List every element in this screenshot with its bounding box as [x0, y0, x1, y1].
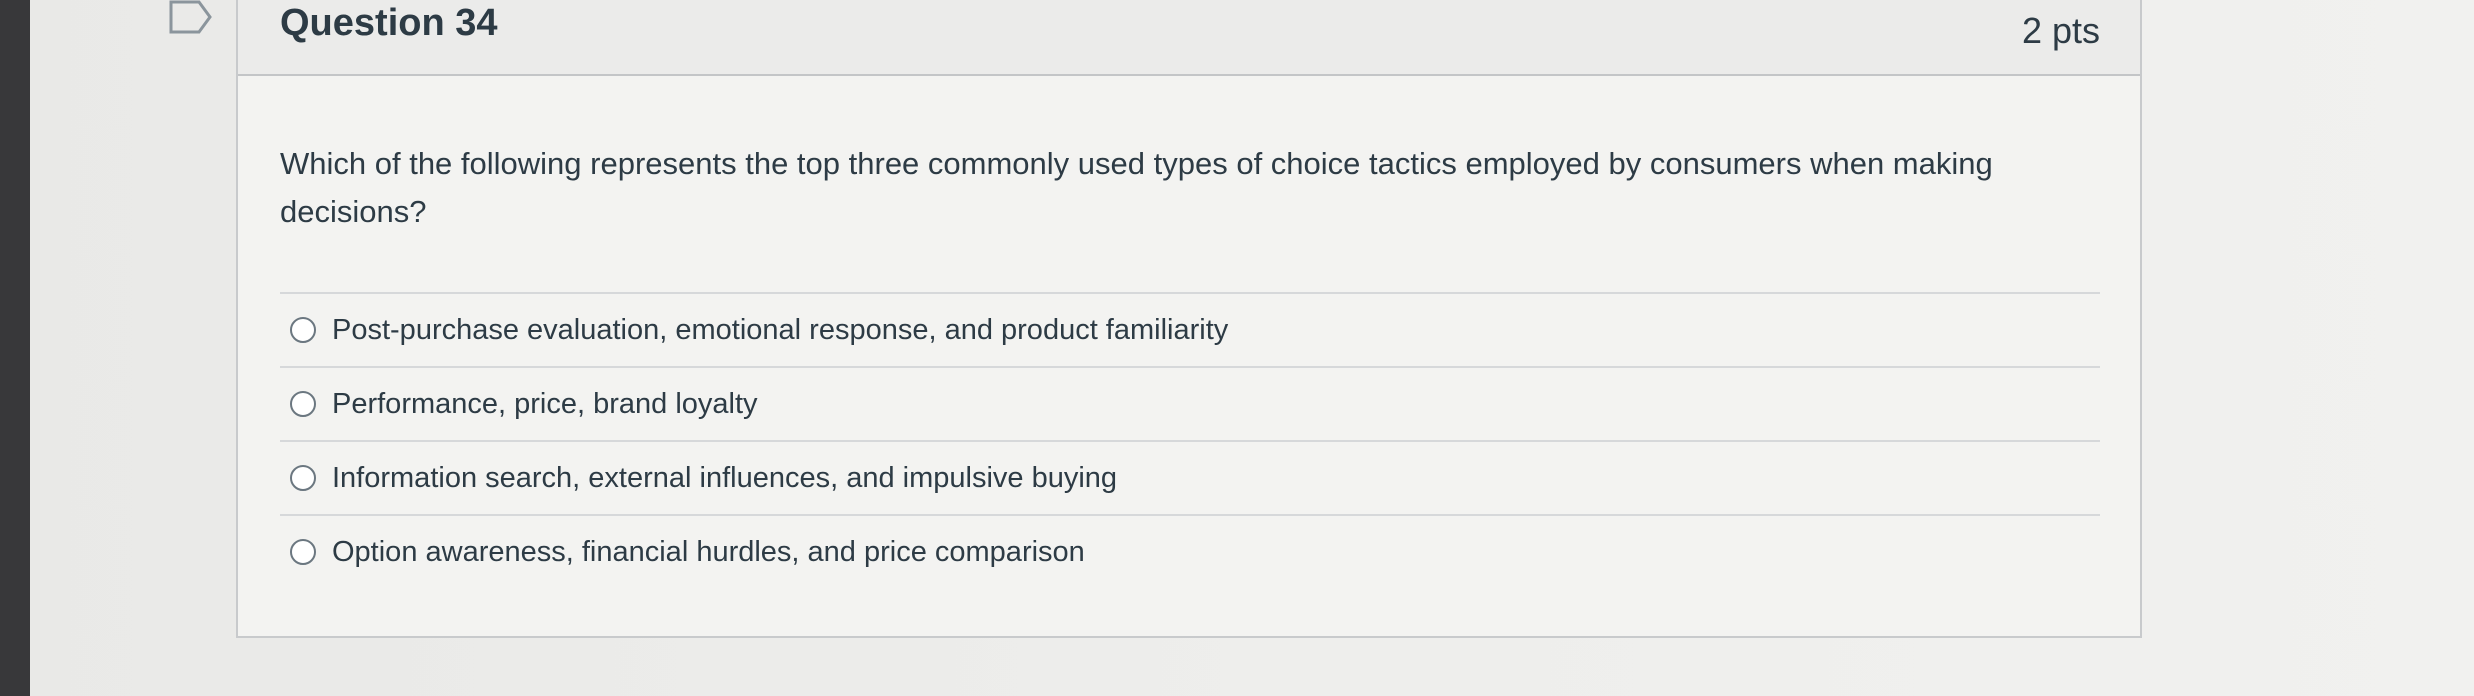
question-title: Question 34	[280, 2, 498, 44]
answer-label[interactable]: Information search, external influences,…	[332, 462, 1117, 495]
quiz-page: Question 34 2 pts Which of the following…	[0, 0, 2474, 696]
answer-list: Post-purchase evaluation, emotional resp…	[280, 292, 2100, 588]
answer-option[interactable]: Option awareness, financial hurdles, and…	[280, 516, 2100, 588]
answer-label[interactable]: Option awareness, financial hurdles, and…	[332, 536, 1085, 569]
answer-option[interactable]: Post-purchase evaluation, emotional resp…	[280, 294, 2100, 368]
answer-option[interactable]: Information search, external influences,…	[280, 442, 2100, 516]
radio-button[interactable]	[290, 391, 316, 417]
question-header: Question 34 2 pts	[238, 0, 2140, 76]
radio-button[interactable]	[290, 539, 316, 565]
answer-label[interactable]: Performance, price, brand loyalty	[332, 388, 758, 421]
flag-question-icon[interactable]	[168, 0, 214, 34]
answer-option[interactable]: Performance, price, brand loyalty	[280, 368, 2100, 442]
radio-button[interactable]	[290, 317, 316, 343]
left-sidebar-edge	[0, 0, 30, 696]
question-points: 2 pts	[2021, 10, 2100, 51]
question-card: Question 34 2 pts Which of the following…	[236, 0, 2142, 638]
answer-label[interactable]: Post-purchase evaluation, emotional resp…	[332, 314, 1228, 347]
question-text: Which of the following represents the to…	[280, 146, 1993, 229]
radio-button[interactable]	[290, 465, 316, 491]
